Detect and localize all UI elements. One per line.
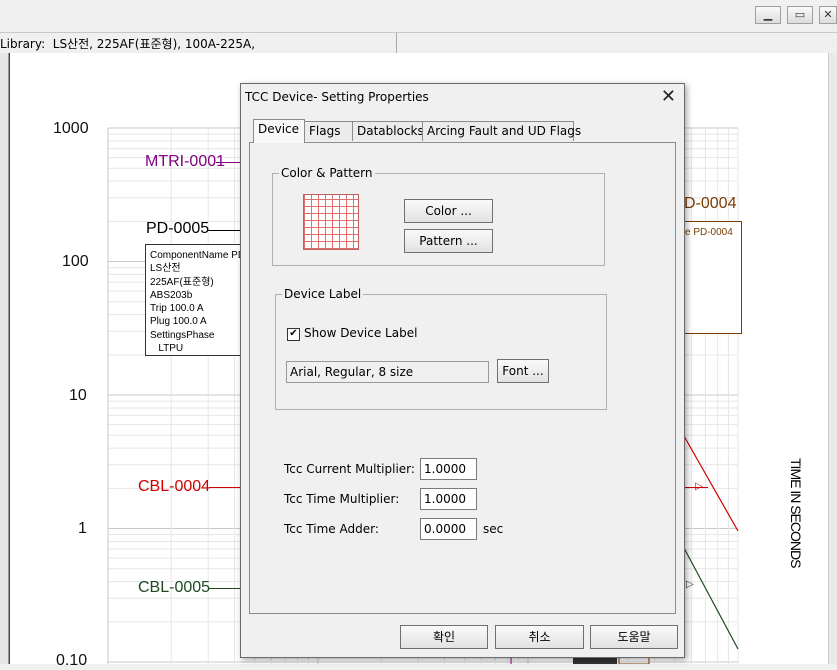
close-icon: ✕	[823, 8, 833, 21]
current-multiplier-label: Tcc Current Multiplier:	[284, 462, 415, 476]
current-multiplier-input[interactable]: 1.0000	[420, 458, 477, 480]
maximize-button[interactable]: ▭	[787, 6, 813, 24]
ok-button[interactable]: 확인	[400, 625, 488, 649]
tab-datablocks[interactable]: Datablocks	[352, 121, 424, 141]
y-tick-1: 1	[78, 520, 87, 537]
tcc-settings-dialog: TCC Device- Setting Properties ✕ Device …	[240, 83, 685, 658]
time-adder-input[interactable]: 0.0000	[420, 518, 477, 540]
help-button[interactable]: 도움말	[590, 625, 678, 649]
dialog-close-button[interactable]: ✕	[661, 86, 676, 108]
cbl-0005-arrow-icon: ▷	[686, 579, 694, 590]
cbl-0004-arrow-icon: ▷	[695, 481, 703, 492]
status-separator	[396, 33, 397, 53]
tab-device[interactable]: Device	[253, 119, 305, 143]
font-button[interactable]: Font ...	[497, 359, 549, 383]
tab-arcing-fault[interactable]: Arcing Fault and UD Flags	[422, 121, 581, 141]
label-mtri-0001[interactable]: MTRI-0001	[145, 153, 225, 171]
label-pd-0005[interactable]: PD-0005	[146, 220, 209, 238]
dialog-title: TCC Device- Setting Properties	[245, 90, 429, 104]
device-label-title: Device Label	[282, 287, 364, 301]
pattern-button[interactable]: Pattern ...	[404, 229, 493, 253]
cancel-button[interactable]: 취소	[495, 625, 584, 649]
minimize-button[interactable]: ▁	[755, 6, 781, 24]
pattern-swatch	[303, 194, 359, 250]
device-label-group: Device Label ✔ Show Device Label Arial, …	[275, 287, 607, 410]
y-tick-100: 100	[62, 253, 89, 270]
close-icon: ✕	[660, 86, 676, 107]
cbl-0004-curve[interactable]	[683, 435, 739, 532]
tab-flags[interactable]: Flags	[304, 121, 353, 141]
close-window-button[interactable]: ✕	[819, 6, 837, 24]
time-multiplier-label: Tcc Time Multiplier:	[284, 492, 400, 506]
library-text: Library: LS산전, 225AF(표준형), 100A-225A,	[0, 37, 256, 51]
maximize-icon: ▭	[794, 8, 806, 21]
label-cbl-0005[interactable]: CBL-0005	[138, 579, 210, 597]
show-label-checkbox[interactable]: ✔	[287, 328, 300, 341]
library-status-bar: Library: LS산전, 225AF(표준형), 100A-225A,	[0, 32, 837, 54]
y-tick-0-10: 0.10	[56, 652, 88, 669]
y-tick-10: 10	[69, 387, 87, 404]
time-multiplier-input[interactable]: 1.0000	[420, 488, 477, 510]
left-frame-edge	[0, 53, 9, 664]
pd-0004-info-box[interactable]: e PD-0004	[684, 221, 742, 334]
color-button[interactable]: Color ...	[404, 199, 493, 223]
color-pattern-title: Color & Pattern	[279, 166, 375, 180]
pd-0005-info-box[interactable]: ComponentName PD LS산전 225AF(표준형) ABS203b…	[145, 244, 246, 356]
minimize-icon: ▁	[763, 8, 773, 21]
time-adder-label: Tcc Time Adder:	[284, 522, 379, 536]
show-label-text[interactable]: Show Device Label	[304, 326, 417, 340]
label-pd-0004[interactable]: D-0004	[684, 195, 736, 213]
time-adder-unit: sec	[483, 522, 504, 536]
font-display-field: Arial, Regular, 8 size	[286, 361, 489, 383]
window-title-strip: ▁ ▭ ✕	[0, 0, 837, 32]
device-tab-panel: Color & Pattern Color ... Pattern ... De…	[249, 142, 676, 614]
y-tick-1000: 1000	[53, 120, 89, 137]
color-pattern-group: Color & Pattern Color ... Pattern ...	[272, 166, 605, 266]
y-axis-title: TIME IN SECONDS	[788, 458, 804, 568]
vertical-scrollbar[interactable]	[828, 53, 837, 664]
label-cbl-0004[interactable]: CBL-0004	[138, 478, 210, 496]
